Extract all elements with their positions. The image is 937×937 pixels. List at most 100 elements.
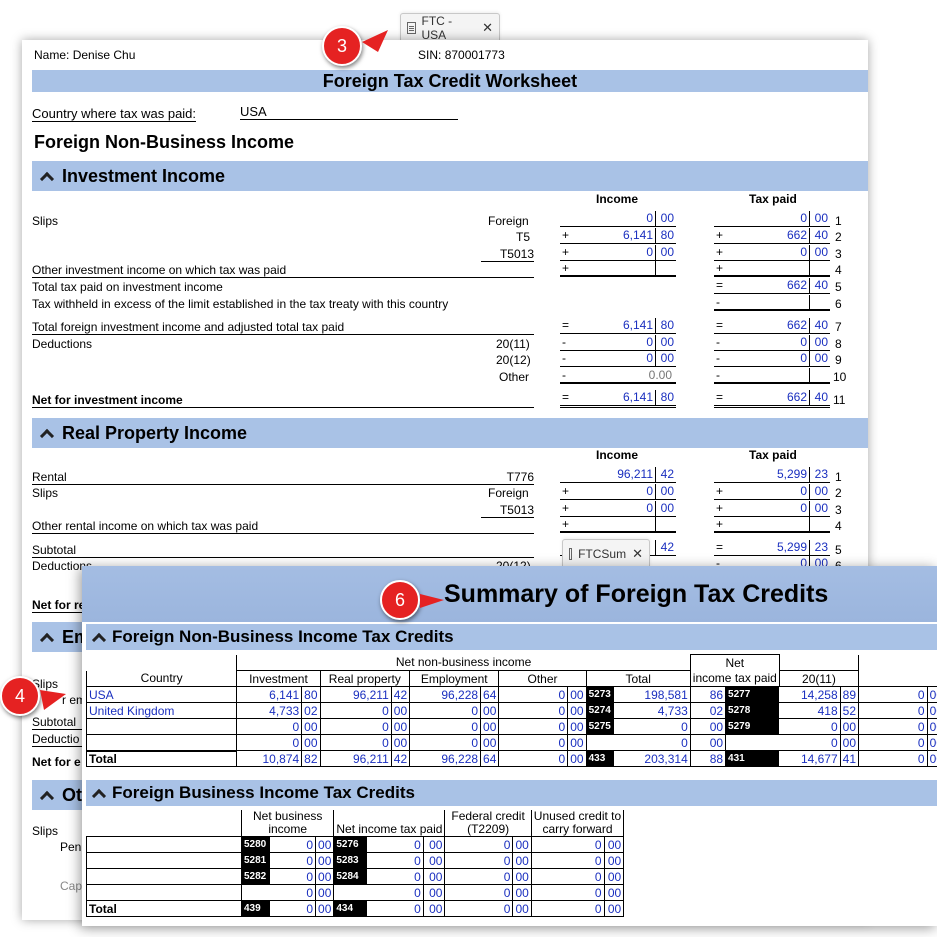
callout-4: 4 (0, 676, 40, 716)
col-tax-header: Tax paid (749, 448, 797, 462)
inv-income-other[interactable]: + (560, 261, 676, 277)
foreign-label: Foreign (488, 486, 529, 500)
chevron-up-icon[interactable] (39, 632, 55, 648)
rp-tax-subtotal[interactable]: = 5,299 23 (714, 540, 830, 556)
net-nonbusiness-header: Net non-business income (236, 654, 691, 671)
rp-tax-foreign[interactable]: +0 00 (714, 484, 830, 500)
inv-tax-other[interactable]: + (714, 261, 830, 277)
other-investment-label: Other investment income on which tax was… (32, 263, 534, 278)
total-header: Total (585, 670, 691, 687)
inv-income-total[interactable]: = 6,141 80 (560, 318, 676, 334)
section-title: Foreign Non-Business Income Tax Credits (112, 627, 454, 646)
oth-slips-label: Slips (32, 824, 59, 838)
inv-income-t5[interactable]: +6,141 80 (560, 228, 676, 244)
document-icon (407, 21, 416, 34)
net-business-income-header: Net business income (240, 810, 335, 837)
chevron-up-icon[interactable] (91, 788, 107, 804)
country-field[interactable]: USA (240, 104, 458, 120)
business-row[interactable]: 5282 0 00 5284 0 00 0 00 0 00 (86, 868, 625, 885)
table-row[interactable]: 000000000000000000000 (85, 734, 937, 751)
foreign-label: Foreign (488, 214, 529, 228)
d2011-label: 20(11) (496, 337, 530, 351)
rp-tax-other[interactable]: + (714, 517, 830, 533)
rp-income-other[interactable]: + (560, 517, 676, 533)
table-row[interactable]: 00000000000052750005279000000 (85, 718, 937, 735)
oth-pension-label: Pen (60, 840, 82, 854)
business-row[interactable]: 5281 0 00 5283 0 00 0 00 0 00 (86, 852, 625, 869)
callout-6: 6 (380, 580, 420, 620)
rp-tax-t5013[interactable]: +0 00 (714, 501, 830, 517)
slips-label: Slips (32, 214, 59, 228)
inv-tax-2011[interactable]: -0 00 (714, 335, 830, 351)
col-tax-header: Tax paid (749, 192, 797, 206)
business-row[interactable]: 0 00 0 00 0 00 0 00 (86, 884, 625, 901)
business-credits-table: Net business income Net income tax paid F… (86, 810, 625, 917)
callout-3: 3 (322, 26, 362, 66)
rp-tax-rental[interactable]: 5,299 23 (714, 467, 830, 483)
section-business-credits[interactable]: Foreign Business Income Tax Credits (86, 780, 937, 806)
real-property-header: Real property (319, 670, 411, 687)
d2012-label: 20(12) (496, 353, 531, 367)
t5013-label: T5013 (481, 247, 534, 262)
oth-capital-label: Cap (60, 879, 83, 893)
federal-credit-header: Federal credit (T2209) (444, 810, 532, 837)
slips-label: Slips (32, 486, 59, 500)
income-tax-paid-header: income tax paid (689, 670, 780, 687)
section-title: Real Property Income (62, 422, 248, 443)
t5013-label: T5013 (481, 503, 534, 518)
tab-ftc-usa[interactable]: FTC - USA ✕ (400, 13, 500, 42)
t5-label: T5 (516, 230, 531, 244)
unused-credit-header: Unused credit to carry forward (530, 810, 625, 837)
inv-income-2012[interactable]: -0 00 (560, 351, 676, 367)
chevron-up-icon[interactable] (39, 428, 55, 444)
chevron-up-icon[interactable] (39, 171, 55, 187)
business-total-row[interactable]: Total 439 0 00 434 0 00 0 00 0 00 (86, 900, 625, 917)
emp-subtotal-label: Subtotal (32, 715, 82, 730)
inv-tax-foreign[interactable]: 0 00 (714, 211, 830, 227)
section-investment-income[interactable]: Investment Income (32, 161, 868, 191)
close-icon[interactable]: ✕ (482, 20, 493, 36)
investment-header: Investment (236, 670, 321, 687)
inv-income-2011[interactable]: -0 00 (560, 335, 676, 351)
inv-tax-t5013[interactable]: +0 00 (714, 245, 830, 261)
table-row[interactable]: United Kingdom 4,733 02 0 00 0 00 0 00 5274 4,733 0… (85, 702, 937, 719)
inv-tax-total[interactable]: = 662 40 (714, 278, 830, 294)
other-header: Other (498, 670, 587, 687)
inv-tax-2012[interactable]: -0 00 (714, 351, 830, 367)
total-tax-label: Total tax paid on investment income (32, 280, 223, 294)
tax-withheld-label: Tax withheld in excess of the limit esta… (32, 297, 449, 311)
net-real-property-label: Net for re (32, 598, 86, 613)
section-title: Investment Income (62, 165, 226, 186)
inv-tax-net[interactable]: = 662 40 (714, 390, 830, 408)
inv-income-foreign[interactable]: 0 00 (560, 211, 676, 227)
sin-value: 870001773 (444, 48, 505, 62)
total-foreign-label: Total foreign investment income and adju… (32, 320, 534, 335)
employment-header: Employment (409, 670, 500, 687)
summary-title: Summary of Foreign Tax Credits (444, 580, 829, 608)
nonbusiness-credits-table: Net non-business income Net Country Inve… (85, 654, 937, 767)
rp-income-rental[interactable]: 96,211 42 (560, 467, 676, 483)
deductions-label: Deductions (32, 337, 93, 351)
net-income-tax-paid-header: Net income tax paid (333, 810, 446, 837)
nonbusiness-heading: Foreign Non-Business Income (34, 132, 295, 152)
inv-tax-other-deduction[interactable]: - (714, 368, 830, 384)
emp-deductions-label: Deductio (32, 732, 82, 747)
inv-tax-t5[interactable]: +662 40 (714, 228, 830, 244)
total-row[interactable]: Total 10,874 82 96,211 42 96,228 64 0 00 433 203,3… (85, 749, 937, 767)
d2011-header: 20(11) (778, 670, 860, 687)
inv-income-net[interactable]: = 6,141 80 (560, 390, 676, 408)
inv-tax-withheld[interactable]: - (714, 295, 830, 311)
close-icon[interactable]: ✕ (632, 546, 643, 562)
inv-income-other-deduction[interactable]: -0.00 (560, 368, 676, 384)
inv-tax-adjusted[interactable]: = 662 40 (714, 318, 830, 334)
section-real-property-income[interactable]: Real Property Income (32, 418, 868, 448)
inv-income-t5013[interactable]: +0 00 (560, 245, 676, 261)
table-row[interactable]: USA 6,141 80 96,211 42 96,228 64 0 00 5273 198,581… (85, 686, 937, 703)
business-row[interactable]: 5280 0 00 5276 0 00 0 00 0 00 (86, 836, 625, 853)
rp-income-foreign[interactable]: +0 00 (560, 484, 676, 500)
chevron-up-icon[interactable] (39, 790, 55, 806)
rp-income-t5013[interactable]: +0 00 (560, 501, 676, 517)
tab-ftcsum[interactable]: FTCSum ✕ (562, 539, 650, 567)
section-nonbusiness-credits[interactable]: Foreign Non-Business Income Tax Credits (86, 624, 937, 650)
chevron-up-icon[interactable] (91, 632, 107, 648)
